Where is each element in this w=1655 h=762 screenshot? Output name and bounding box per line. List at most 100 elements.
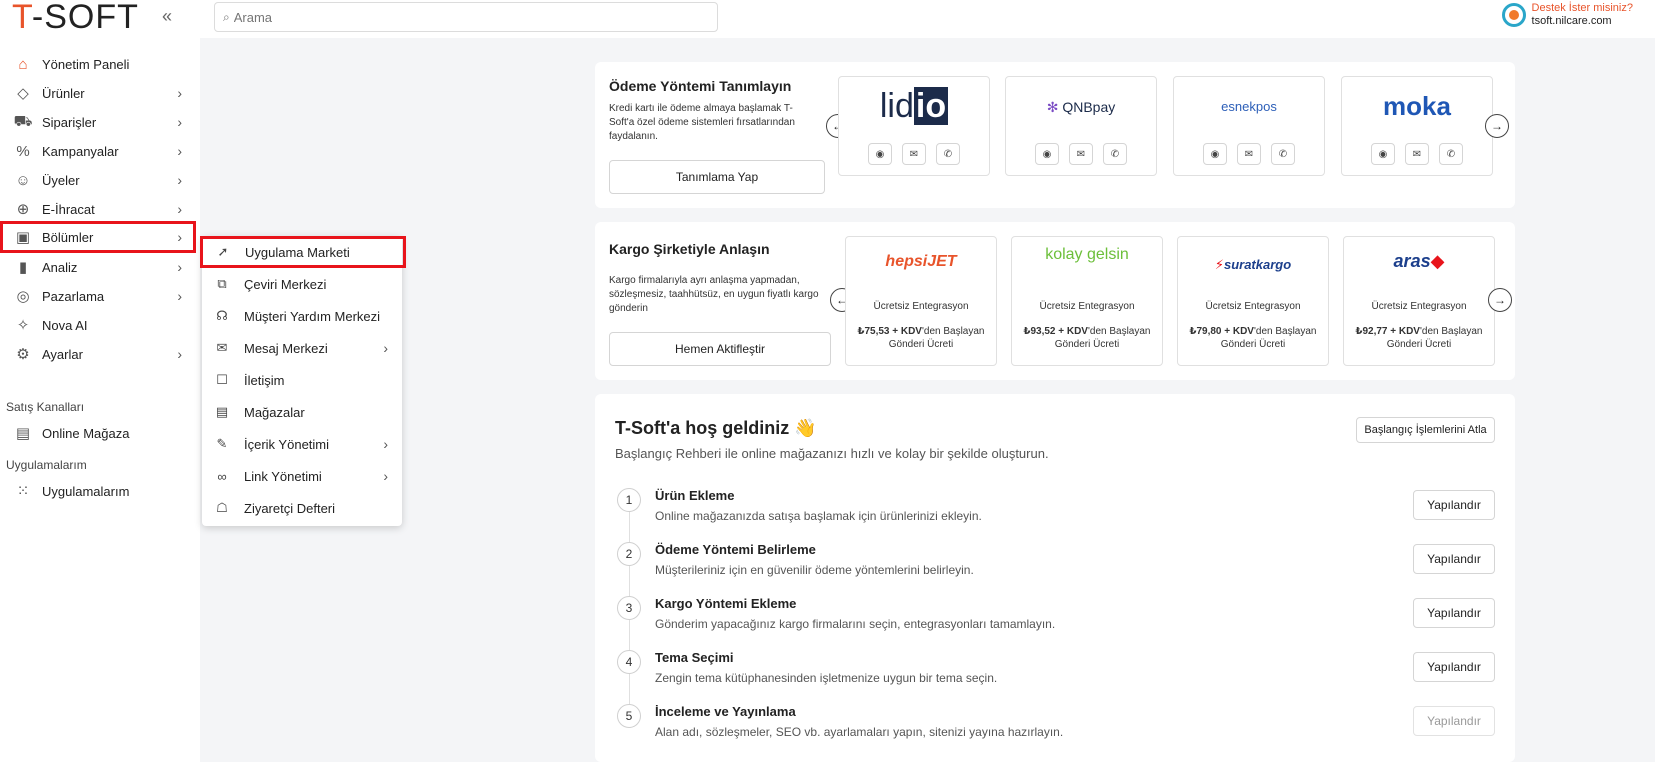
sidebar-item-label: Nova AI	[42, 317, 88, 333]
phone-icon[interactable]: ✆	[1271, 143, 1295, 165]
sidebar-item-products[interactable]: ◇ Ürünler ›	[0, 79, 196, 107]
cargo-provider-tile[interactable]: hepsiJET Ücretsiz Entegrasyon ₺75,53 + K…	[845, 236, 997, 366]
phone-icon[interactable]: ✆	[1103, 143, 1127, 165]
submenu-item-message-center[interactable]: ✉ Mesaj Merkezi ›	[202, 334, 402, 362]
submenu-item-content-management[interactable]: ✎ İçerik Yönetimi ›	[202, 430, 402, 458]
sparkle-icon: ✧	[16, 317, 30, 334]
sidebar-item-members[interactable]: ☺ Üyeler ›	[0, 166, 196, 194]
search-icon: ⌕	[223, 9, 230, 24]
phone-icon[interactable]: ✆	[1439, 143, 1463, 165]
chevron-right-icon: ›	[177, 172, 182, 188]
support-link[interactable]: Destek İster misiniz? tsoft.nilcare.com	[1501, 2, 1633, 28]
submenu-item-contact[interactable]: ☐ İletişim	[202, 366, 402, 394]
sidebar-item-settings[interactable]: ⚙ Ayarlar ›	[0, 340, 196, 368]
step-title: Ödeme Yöntemi Belirleme	[655, 542, 816, 557]
payment-next-arrow-icon[interactable]: →	[1485, 114, 1509, 138]
tile-price: ₺93,52 + KDV'den Başlayan Gönderi Ücreti	[1023, 326, 1151, 350]
submenu-item-label: İletişim	[244, 372, 285, 388]
skip-onboarding-button[interactable]: Başlangıç İşlemlerini Atla	[1356, 417, 1495, 443]
submenu-item-stores[interactable]: ▤ Mağazalar	[202, 398, 402, 426]
cargo-provider-tile[interactable]: aras◆ Ücretsiz Entegrasyon ₺92,77 + KDV'…	[1343, 236, 1495, 366]
sidebar-item-label: Üyeler	[42, 172, 80, 188]
define-payment-button[interactable]: Tanımlama Yap	[609, 160, 825, 194]
sidebar-item-label: Pazarlama	[42, 288, 105, 304]
submenu-item-label: Ziyaretçi Defteri	[244, 500, 336, 516]
tile-subtitle: Ücretsiz Entegrasyon	[1205, 301, 1301, 312]
tsoft-logo[interactable]: T-SOFT	[12, 0, 139, 37]
sidebar-item-label: Yönetim Paneli	[42, 56, 130, 72]
step-description: Alan adı, sözleşmeler, SEO vb. ayarlamal…	[655, 725, 1064, 739]
step-number: 4	[617, 650, 641, 674]
esnekpos-logo: esnekpos	[1221, 99, 1277, 114]
edit-icon: ✎	[216, 436, 228, 451]
sidebar: ⌂ Yönetim Paneli ◇ Ürünler › ⛟ Siparişle…	[0, 38, 200, 762]
chevron-right-icon: ›	[383, 436, 388, 452]
submenu-item-link-management[interactable]: ∞ Link Yönetimi ›	[202, 462, 402, 490]
tile-subtitle: Ücretsiz Entegrasyon	[1039, 301, 1135, 312]
configure-products-button[interactable]: Yapılandır	[1413, 490, 1495, 520]
step-title: Kargo Yöntemi Ekleme	[655, 596, 797, 611]
chevron-right-icon: ›	[177, 114, 182, 130]
step-number: 2	[617, 542, 641, 566]
configure-payment-button[interactable]: Yapılandır	[1413, 544, 1495, 574]
activate-cargo-button[interactable]: Hemen Aktifleştir	[609, 332, 831, 366]
suratkargo-logo: ⚡suratkargo	[1214, 257, 1292, 272]
cart-icon: ⛟	[13, 112, 33, 130]
cargo-provider-tile[interactable]: kolay gelsin Ücretsiz Entegrasyon ₺93,52…	[1011, 236, 1163, 366]
chevron-right-icon: ›	[177, 143, 182, 159]
sidebar-item-nova-ai[interactable]: ✧ Nova AI	[0, 311, 196, 339]
configure-cargo-button[interactable]: Yapılandır	[1413, 598, 1495, 628]
mail-icon: ✉	[216, 340, 228, 355]
submenu-item-label: Çeviri Merkezi	[244, 276, 327, 292]
mail-icon[interactable]: ✉	[1405, 143, 1429, 165]
chevron-right-icon: ›	[177, 201, 182, 217]
globe-icon[interactable]: ◉	[1203, 143, 1227, 165]
mail-icon[interactable]: ✉	[1069, 143, 1093, 165]
support-domain: tsoft.nilcare.com	[1531, 15, 1612, 27]
sidebar-item-campaigns[interactable]: % Kampanyalar ›	[0, 137, 196, 165]
sidebar-item-my-apps[interactable]: ⁙ Uygulamalarım	[0, 477, 196, 505]
sidebar-item-orders[interactable]: ⛟ Siparişler ›	[0, 108, 196, 136]
globe-icon[interactable]: ◉	[868, 143, 892, 165]
configure-theme-button[interactable]: Yapılandır	[1413, 652, 1495, 682]
payment-provider-tile[interactable]: ✻ QNBpay ◉ ✉ ✆	[1005, 76, 1157, 176]
submenu-item-app-market[interactable]: ➚ Uygulama Marketi	[200, 236, 406, 268]
search-box[interactable]: ⌕	[214, 2, 718, 32]
payment-provider-tile[interactable]: esnekpos ◉ ✉ ✆	[1173, 76, 1325, 176]
globe-icon[interactable]: ◉	[1035, 143, 1059, 165]
logo-text: -SOFT	[31, 0, 139, 36]
sidebar-item-label: Siparişler	[42, 114, 97, 130]
link-icon: ∞	[217, 468, 227, 484]
payment-card-title: Ödeme Yöntemi Tanımlayın	[609, 78, 792, 94]
cargo-provider-tile[interactable]: ⚡suratkargo Ücretsiz Entegrasyon ₺79,80 …	[1177, 236, 1329, 366]
submenu-item-label: Mesaj Merkezi	[244, 340, 328, 356]
payment-provider-tile[interactable]: moka ◉ ✉ ✆	[1341, 76, 1493, 176]
sidebar-item-sections[interactable]: ▣ Bölümler ›	[0, 221, 196, 253]
submenu-item-guestbook[interactable]: ☖ Ziyaretçi Defteri	[202, 494, 402, 522]
hepsijet-logo: hepsiJET	[885, 253, 957, 270]
sidebar-item-export[interactable]: ⊕ E-İhracat ›	[0, 195, 196, 223]
sidebar-item-online-store[interactable]: ▤ Online Mağaza	[0, 419, 196, 447]
payment-provider-tile[interactable]: lidio ◉ ✉ ✆	[838, 76, 990, 176]
sidebar-item-marketing[interactable]: ◎ Pazarlama ›	[0, 282, 196, 310]
globe-icon[interactable]: ◉	[1371, 143, 1395, 165]
moka-logo: moka	[1383, 91, 1451, 121]
rocket-icon: ➚	[217, 244, 229, 259]
sidebar-item-analytics[interactable]: ▮ Analiz ›	[0, 253, 196, 281]
chart-icon: ▮	[18, 259, 28, 276]
submenu-item-help-center[interactable]: ☊ Müşteri Yardım Merkezi	[202, 302, 402, 330]
sidebar-item-label: E-İhracat	[42, 201, 95, 217]
collapse-sidebar-icon[interactable]: «	[162, 6, 172, 27]
search-input[interactable]	[233, 9, 694, 25]
logo-letter-t: T	[12, 0, 32, 36]
mail-icon[interactable]: ✉	[1237, 143, 1261, 165]
mail-icon[interactable]: ✉	[902, 143, 926, 165]
configure-publish-button[interactable]: Yapılandır	[1413, 706, 1495, 736]
submenu-item-translation-center[interactable]: ⧉ Çeviri Merkezi	[202, 270, 402, 298]
sidebar-item-dashboard[interactable]: ⌂ Yönetim Paneli	[0, 50, 196, 78]
cargo-next-arrow-icon[interactable]: →	[1488, 288, 1512, 312]
submenu-item-label: İçerik Yönetimi	[244, 436, 330, 452]
translate-icon: ⧉	[217, 276, 227, 291]
chevron-right-icon: ›	[177, 259, 182, 275]
phone-icon[interactable]: ✆	[936, 143, 960, 165]
